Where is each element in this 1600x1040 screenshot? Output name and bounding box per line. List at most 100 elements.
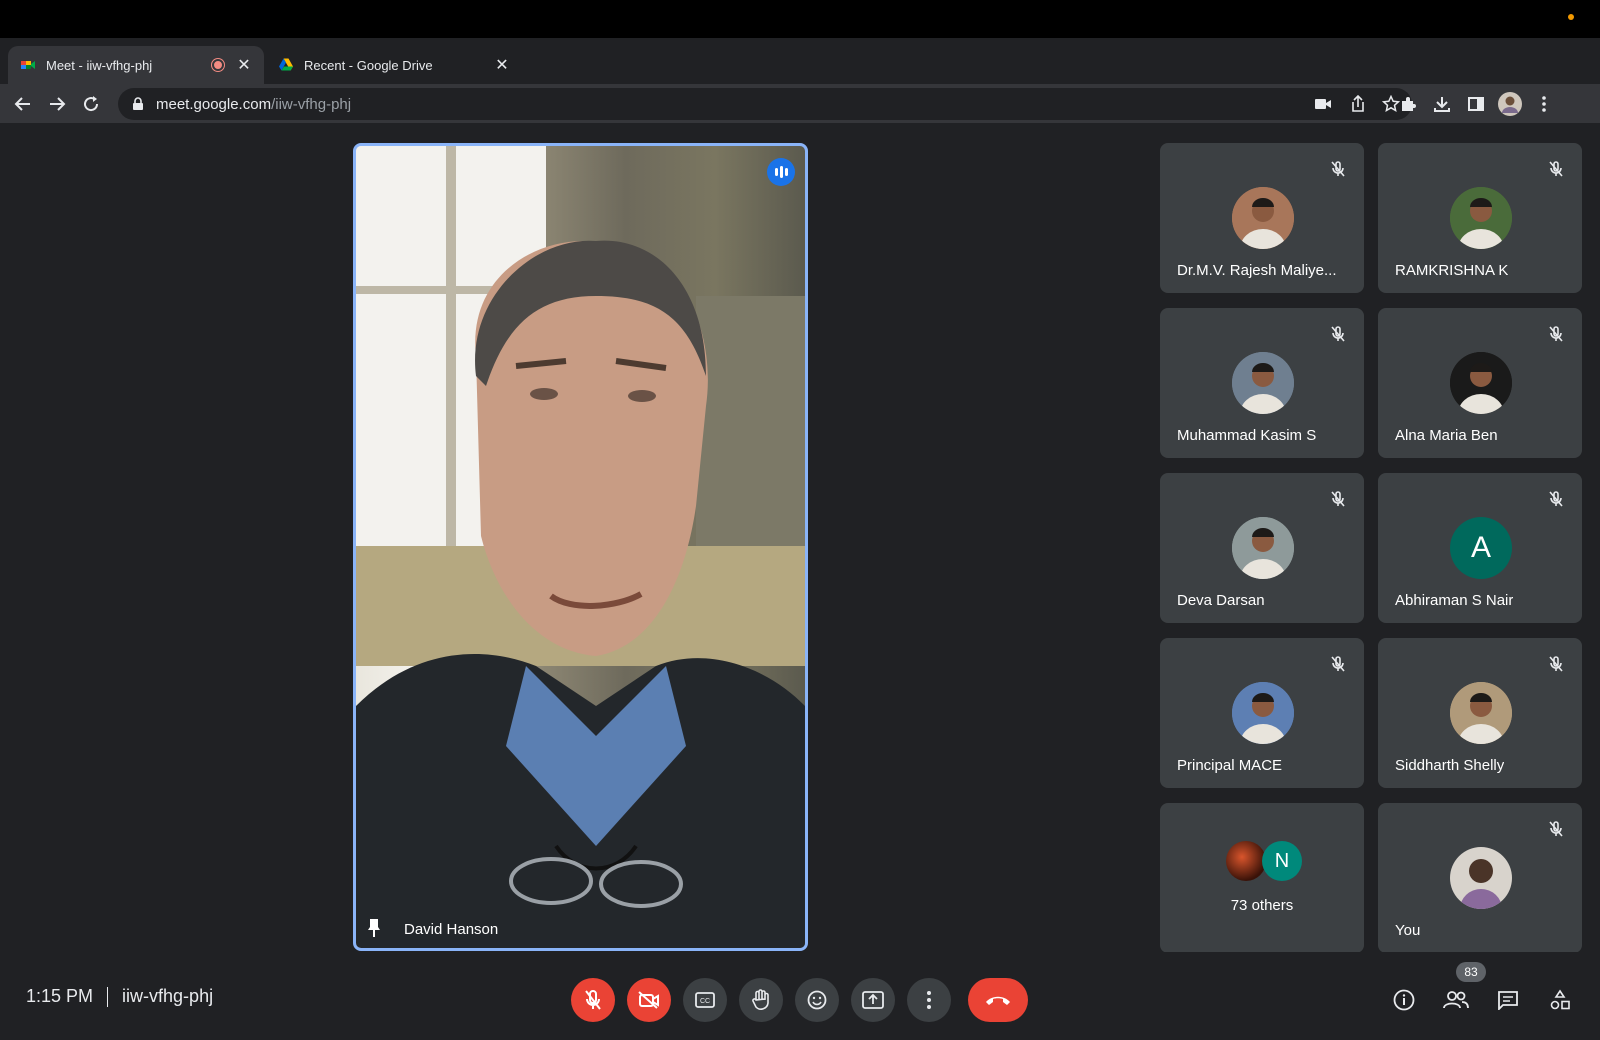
avatar: N (1262, 841, 1302, 881)
participant-tile[interactable]: Muhammad Kasim S (1160, 308, 1364, 458)
meeting-time: 1:15 PM (26, 986, 94, 1006)
more-vert-icon (927, 991, 931, 1009)
notification-dot (1568, 14, 1574, 20)
address-bar[interactable]: meet.google.com /iiw-vfhg-phj (118, 88, 1412, 120)
puzzle-icon (1402, 97, 1416, 111)
reactions-button[interactable] (795, 978, 839, 1022)
participant-tile[interactable]: Siddharth Shelly (1378, 638, 1582, 788)
captions-button[interactable]: CC (683, 978, 727, 1022)
more-vert-icon (1542, 96, 1546, 112)
participant-name: David Hanson (404, 921, 499, 938)
profile-avatar-icon (1498, 92, 1522, 116)
browser-tab-strip: Meet - iiw-vfhg-phj ✕ Recent - Google Dr… (0, 38, 1600, 114)
google-meet-icon (21, 61, 35, 69)
participant-tile[interactable]: A Abhiraman S Nair (1378, 473, 1582, 623)
participant-name: Deva Darsan (1177, 592, 1265, 609)
avatar: A (1450, 517, 1512, 579)
avatar-initial: A (1470, 531, 1491, 564)
speaking-indicator-icon (767, 158, 795, 186)
participant-name: Alna Maria Ben (1395, 427, 1498, 444)
participant-name: Dr.M.V. Rajesh Maliye... (1177, 262, 1337, 279)
reload-button[interactable] (77, 90, 105, 118)
mic-off-icon (1542, 485, 1570, 513)
captions-icon: CC (695, 992, 715, 1008)
mic-off-icon (1324, 155, 1352, 183)
forward-button[interactable] (43, 90, 71, 118)
participant-tile[interactable]: RAMKRISHNA K (1378, 143, 1582, 293)
arrow-right-icon (50, 97, 66, 111)
svg-text:CC: CC (700, 998, 710, 1005)
tab-title: Meet - iiw-vfhg-phj (46, 57, 153, 73)
hand-icon (752, 989, 769, 1010)
camera-off-icon (638, 991, 659, 1009)
people-button[interactable] (1438, 982, 1474, 1018)
close-tab-icon[interactable]: ✕ (494, 55, 510, 75)
mic-off-icon (1542, 815, 1570, 843)
tab-meet[interactable]: Meet - iiw-vfhg-phj ✕ (8, 46, 264, 84)
self-tile[interactable]: You (1378, 803, 1582, 953)
lock-icon (133, 97, 143, 110)
close-tab-icon[interactable]: ✕ (236, 55, 252, 75)
main-video-tile[interactable]: David Hanson (353, 143, 808, 951)
avatar (1450, 187, 1512, 249)
mic-off-icon (1324, 650, 1352, 678)
mic-off-icon (585, 990, 601, 1010)
meeting-stage: David Hanson Dr.M.V. Rajesh Maliye... RA… (0, 124, 1600, 953)
participant-name: Principal MACE (1177, 757, 1283, 774)
avatar (1232, 517, 1294, 579)
downloads-button[interactable] (1428, 90, 1456, 118)
camera-in-use-icon[interactable] (1314, 97, 1332, 111)
browser-toolbar: meet.google.com /iiw-vfhg-phj (0, 84, 1600, 124)
raise-hand-button[interactable] (739, 978, 783, 1022)
participant-tile[interactable]: Deva Darsan (1160, 473, 1364, 623)
avatar (1232, 187, 1294, 249)
mic-off-icon (1542, 155, 1570, 183)
meeting-details: 1:15 PM iiw-vfhg-phj (26, 986, 213, 1007)
participant-tile[interactable]: Dr.M.V. Rajesh Maliye... (1160, 143, 1364, 293)
end-call-icon (986, 996, 1010, 1005)
url-host: meet.google.com (156, 95, 272, 113)
profile-avatar[interactable] (1496, 90, 1524, 118)
participant-tile[interactable]: Alna Maria Ben (1378, 308, 1582, 458)
mic-off-icon (1324, 320, 1352, 348)
browser-menu-button[interactable] (1530, 90, 1558, 118)
avatar (1232, 682, 1294, 744)
mic-off-icon (1324, 485, 1352, 513)
share-icon[interactable] (1350, 95, 1366, 113)
divider (107, 986, 109, 1007)
others-count-label: 73 others (1230, 897, 1294, 914)
pin-icon[interactable] (367, 918, 381, 938)
people-icon (1443, 991, 1469, 1009)
activities-button[interactable] (1542, 982, 1578, 1018)
end-call-button[interactable] (968, 978, 1028, 1022)
reload-icon (84, 96, 99, 112)
os-top-bar (0, 0, 1600, 38)
extensions-button[interactable] (1394, 90, 1422, 118)
avatar (1450, 352, 1512, 414)
chat-icon (1498, 991, 1518, 1010)
camera-toggle-button[interactable] (627, 978, 671, 1022)
meeting-details-button[interactable] (1386, 982, 1422, 1018)
tab-title: Recent - Google Drive (304, 57, 433, 73)
info-icon (1393, 989, 1415, 1011)
chat-button[interactable] (1490, 982, 1526, 1018)
participant-tile[interactable]: Principal MACE (1160, 638, 1364, 788)
participant-name: Abhiraman S Nair (1395, 592, 1514, 609)
meeting-code: iiw-vfhg-phj (122, 986, 214, 1006)
participant-name: RAMKRISHNA K (1395, 262, 1509, 279)
mic-toggle-button[interactable] (571, 978, 615, 1022)
more-options-button[interactable] (907, 978, 951, 1022)
others-tile[interactable]: N 73 others (1160, 803, 1364, 953)
participant-name: Siddharth Shelly (1395, 757, 1505, 774)
call-controls-bar: 1:15 PM iiw-vfhg-phj CC 83 (0, 952, 1600, 1040)
present-button[interactable] (851, 978, 895, 1022)
activities-icon (1550, 989, 1570, 1010)
google-drive-icon (279, 58, 293, 71)
mic-off-icon (1542, 650, 1570, 678)
avatar (1232, 352, 1294, 414)
side-panel-button[interactable] (1462, 90, 1490, 118)
avatar (1450, 847, 1512, 909)
tab-drive[interactable]: Recent - Google Drive ✕ (266, 46, 522, 84)
back-button[interactable] (9, 90, 37, 118)
present-icon (862, 991, 884, 1009)
